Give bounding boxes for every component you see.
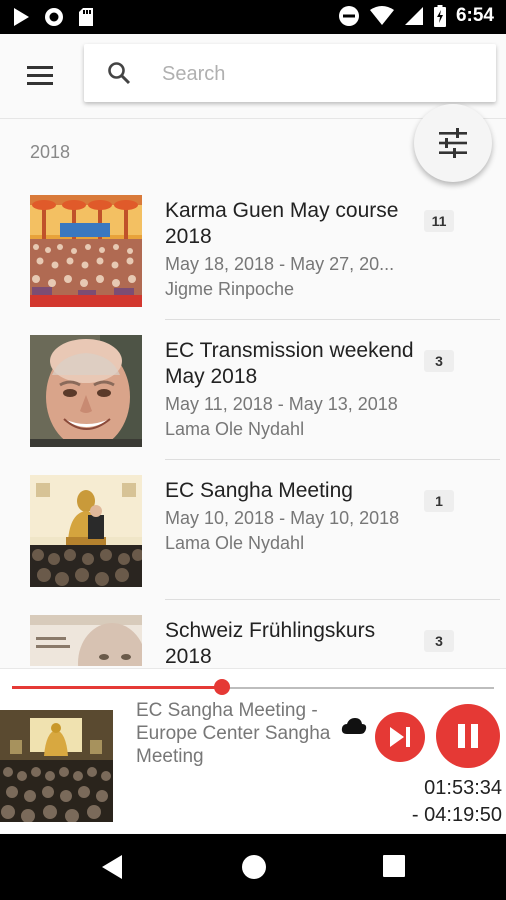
sd-card-icon	[79, 8, 93, 26]
signal-icon	[404, 7, 423, 25]
talk-count-badge: 3	[424, 630, 454, 652]
pause-icon	[458, 724, 478, 748]
remaining-time: - 04:19:50	[411, 804, 502, 826]
event-teacher: Lama Ole Nydahl	[165, 533, 305, 553]
elapsed-time: 01:53:34	[424, 777, 502, 799]
year-header: 2018	[30, 142, 71, 162]
app-bar	[0, 34, 506, 119]
seek-bar-handle[interactable]	[214, 679, 231, 695]
event-list[interactable]: Karma Guen May course 2018 May 18, 2018 …	[0, 180, 506, 666]
list-item[interactable]: EC Sangha Meeting May 10, 2018 - May 10,…	[0, 460, 506, 600]
event-thumbnail	[30, 475, 142, 587]
hamburger-menu-icon	[27, 66, 53, 85]
play-icon	[14, 8, 29, 26]
home-icon[interactable]	[241, 854, 267, 880]
talk-count-badge: 1	[424, 490, 454, 512]
search-icon	[108, 62, 131, 85]
pause-button[interactable]	[436, 704, 500, 768]
status-bar: 6:54	[0, 0, 506, 34]
talk-count-badge: 11	[424, 210, 454, 232]
navigation-bar	[0, 834, 506, 900]
event-thumbnail	[30, 195, 142, 307]
list-item[interactable]: Karma Guen May course 2018 May 18, 2018 …	[0, 180, 506, 320]
record-icon	[45, 8, 63, 26]
event-title: EC Transmission weekend May 2018	[165, 339, 414, 388]
event-dates: May 10, 2018 - May 10, 2018	[165, 508, 400, 528]
event-title: EC Sangha Meeting	[165, 479, 353, 502]
event-dates: May 11, 2018 - May 13, 2018	[165, 394, 398, 414]
battery-icon	[433, 5, 446, 27]
back-icon[interactable]	[100, 854, 124, 880]
event-teacher: Jigme Rinpoche	[165, 279, 295, 299]
event-title: Karma Guen May course 2018	[165, 199, 399, 248]
clock: 6:54	[455, 5, 494, 26]
tune-sliders-icon	[439, 128, 467, 158]
seek-bar-progress	[12, 686, 223, 689]
search-input[interactable]	[160, 57, 484, 91]
recents-icon[interactable]	[383, 855, 405, 877]
do-not-disturb-icon	[338, 6, 359, 26]
event-teacher: Lama Ole Nydahl	[165, 419, 305, 439]
event-thumbnail	[30, 335, 142, 447]
event-thumbnail	[30, 615, 142, 666]
skip-next-button[interactable]	[375, 712, 425, 762]
menu-button[interactable]	[20, 56, 60, 96]
mini-player[interactable]: EC Sangha Meeting - Europe Center Sangha…	[0, 668, 506, 833]
list-item[interactable]: EC Transmission weekend May 2018 May 11,…	[0, 320, 506, 460]
event-title: Schweiz Frühlingskurs 2018	[165, 619, 376, 666]
search-bar[interactable]	[84, 44, 496, 102]
wifi-icon	[369, 6, 394, 25]
list-item[interactable]: Schweiz Frühlingskurs 2018 3	[0, 600, 506, 666]
event-dates: May 18, 2018 - May 27, 20...	[165, 254, 395, 274]
now-playing-title: EC Sangha Meeting - Europe Center Sangha…	[136, 700, 331, 767]
cloud-icon	[341, 718, 367, 734]
filter-button[interactable]	[414, 104, 492, 182]
talk-count-badge: 3	[424, 350, 454, 372]
skip-next-icon	[390, 727, 410, 747]
now-playing-thumbnail[interactable]	[0, 710, 113, 822]
